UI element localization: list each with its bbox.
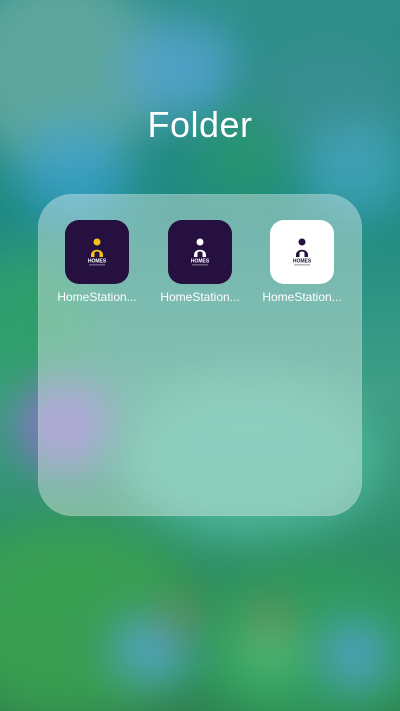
homestation-app-icon[interactable]: HOMES bbox=[270, 220, 334, 284]
house-logo-icon: HOMES bbox=[293, 238, 312, 266]
app-icon-text: HOMES bbox=[293, 259, 312, 265]
homestation-app-icon[interactable]: HOMES bbox=[168, 220, 232, 284]
house-logo-icon: HOMES bbox=[191, 238, 210, 266]
folder-panel: HOMES HomeStation... HOMES HomeStation..… bbox=[38, 194, 362, 516]
app-homestation-3[interactable]: HOMES HomeStation... bbox=[254, 220, 350, 304]
app-homestation-2[interactable]: HOMES HomeStation... bbox=[152, 220, 248, 304]
app-icon-text: HOMES bbox=[191, 259, 210, 265]
app-label: HomeStation... bbox=[57, 290, 137, 304]
house-logo-icon: HOMES bbox=[88, 238, 107, 266]
app-label: HomeStation... bbox=[262, 290, 342, 304]
home-screen: Folder HOMES HomeStation... HOMES HomeSt… bbox=[0, 0, 400, 711]
app-homestation-1[interactable]: HOMES HomeStation... bbox=[49, 220, 145, 304]
app-label: HomeStation... bbox=[160, 290, 240, 304]
homestation-app-icon[interactable]: HOMES bbox=[65, 220, 129, 284]
app-icon-text: HOMES bbox=[88, 259, 107, 265]
wallpaper-blur bbox=[165, 605, 195, 630]
folder-title[interactable]: Folder bbox=[0, 104, 400, 146]
wallpaper-blur bbox=[320, 620, 390, 690]
wallpaper-blur bbox=[255, 605, 285, 630]
